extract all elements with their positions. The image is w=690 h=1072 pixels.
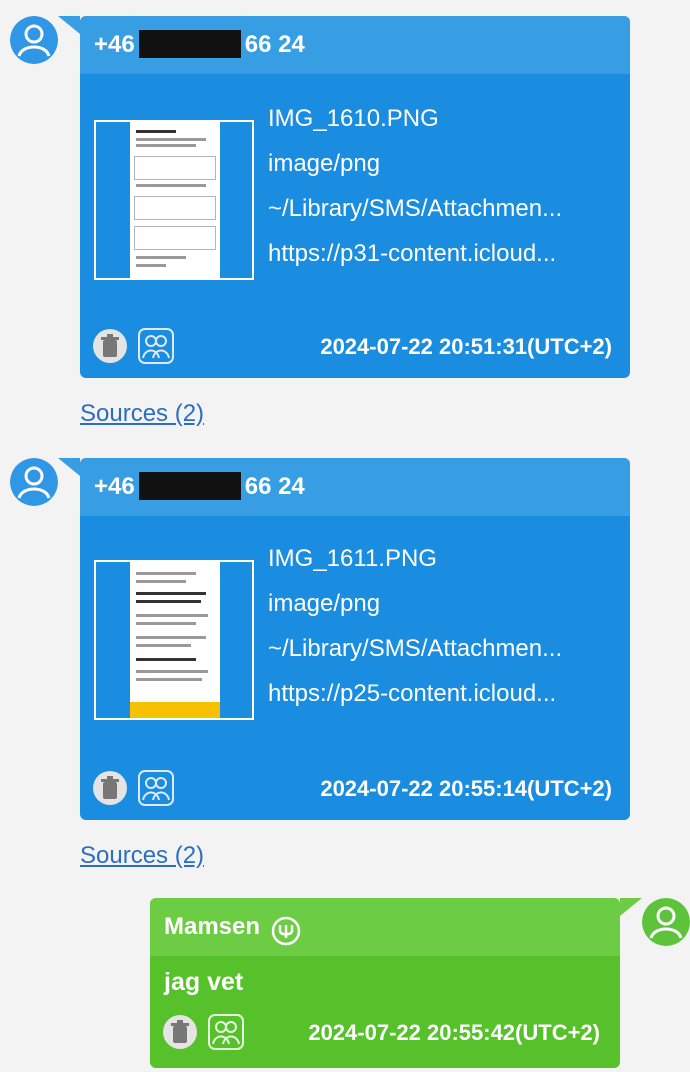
sender-number-suffix: 66 24 (244, 473, 305, 500)
sender-number: +46 (94, 473, 135, 500)
attachment-path[interactable]: ~/Library/SMS/Attachmen... (268, 186, 618, 231)
redaction-bar (138, 471, 241, 500)
message-footer: 2024-07-22 20:55:42(UTC+2) (162, 1014, 608, 1054)
attachment-filename[interactable]: IMG_1611.PNG (268, 536, 618, 581)
message-timestamp: 2024-07-22 20:55:14(UTC+2) (320, 776, 612, 801)
attachment-url[interactable]: https://p25-content.icloud... (268, 671, 618, 716)
message-bubble[interactable]: Mamsen jag vet 2024-07-22 20:55:42(UTC+2… (150, 898, 642, 1068)
attachment-mime: image/png (268, 150, 381, 177)
attachment-thumbnail[interactable] (94, 560, 254, 720)
user-icon (10, 16, 58, 64)
sender-avatar (10, 458, 58, 506)
message-bubble[interactable]: +46 66 24 IMG_1610.PNG image/png ~/Librar… (58, 16, 630, 378)
user-icon (10, 458, 58, 506)
trash-icon[interactable] (162, 1014, 198, 1050)
message-footer: 2024-07-22 20:55:14(UTC+2) (92, 770, 618, 810)
message-body: jag vet (164, 968, 244, 996)
message-header: Mamsen (150, 898, 620, 956)
sender-avatar (642, 898, 690, 946)
group-icon[interactable] (138, 328, 174, 364)
attachment-thumbnail[interactable] (94, 120, 254, 280)
attachment-details: IMG_1611.PNG image/png ~/Library/SMS/Att… (268, 536, 618, 716)
sender-avatar (10, 16, 58, 64)
message-footer: 2024-07-22 20:51:31(UTC+2) (92, 328, 618, 368)
trash-icon[interactable] (92, 770, 128, 806)
user-icon (642, 898, 690, 946)
message-header: +46 66 24 (80, 458, 630, 516)
message-header: +46 66 24 (80, 16, 630, 74)
message-timestamp: 2024-07-22 20:55:42(UTC+2) (308, 1020, 600, 1045)
sender-name: Mamsen (164, 913, 261, 940)
sources-link[interactable]: Sources (2) (80, 842, 204, 870)
message-bubble[interactable]: +46 66 24 IMG_1611.PNG image/png ~/Librar… (58, 458, 630, 820)
group-icon[interactable] (208, 1014, 244, 1050)
attachment-path[interactable]: ~/Library/SMS/Attachmen... (268, 626, 618, 671)
message-timestamp: 2024-07-22 20:51:31(UTC+2) (320, 334, 612, 359)
attachment-details: IMG_1610.PNG image/png ~/Library/SMS/Att… (268, 96, 618, 276)
emoji-icon (271, 910, 301, 945)
attachment-filename[interactable]: IMG_1610.PNG (268, 96, 618, 141)
redaction-bar (138, 29, 241, 58)
trash-icon[interactable] (92, 328, 128, 364)
attachment-url[interactable]: https://p31-content.icloud... (268, 231, 618, 276)
attachment-mime: image/png (268, 590, 381, 617)
sender-number: +46 (94, 31, 135, 58)
sender-number-suffix: 66 24 (244, 31, 305, 58)
group-icon[interactable] (138, 770, 174, 806)
sources-link[interactable]: Sources (2) (80, 400, 204, 428)
